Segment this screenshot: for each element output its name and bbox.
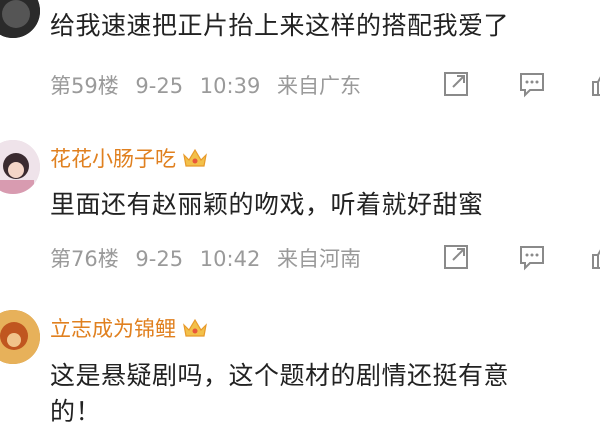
- avatar[interactable]: [0, 0, 40, 38]
- username-text[interactable]: 立志成为锦鲤: [50, 313, 176, 343]
- comment-location: 来自河南: [277, 247, 361, 271]
- comment-icon[interactable]: [518, 70, 546, 98]
- comment-icon[interactable]: [518, 243, 546, 271]
- comment-meta: 第76楼 9-25 10:42 来自河南: [50, 243, 371, 273]
- crown-badge-icon: [182, 147, 208, 169]
- comment-time: 10:39: [199, 74, 261, 98]
- avatar[interactable]: [0, 310, 40, 364]
- avatar[interactable]: [0, 140, 40, 194]
- crown-badge-icon: [182, 317, 208, 339]
- comment-meta: 第59楼 9-25 10:39 来自广东: [50, 70, 371, 100]
- share-icon[interactable]: [442, 243, 470, 271]
- like-icon[interactable]: [590, 243, 600, 271]
- floor-number: 第76楼: [50, 247, 119, 271]
- comment-text-continued: 的！: [50, 397, 102, 426]
- share-icon[interactable]: [442, 70, 470, 98]
- like-icon[interactable]: [590, 70, 600, 98]
- username[interactable]: 花花小肠子吃: [50, 143, 208, 173]
- floor-number: 第59楼: [50, 74, 119, 98]
- username-text[interactable]: 花花小肠子吃: [50, 143, 176, 173]
- comment-text: 这是悬疑剧吗，这个题材的剧情还挺有意: [50, 361, 510, 390]
- username[interactable]: 立志成为锦鲤: [50, 313, 208, 343]
- comment-location: 来自广东: [277, 74, 361, 98]
- comment-date: 9-25: [135, 74, 184, 98]
- comment-date: 9-25: [135, 247, 184, 271]
- comment-text: 里面还有赵丽颖的吻戏，听着就好甜蜜: [50, 190, 484, 219]
- comment-time: 10:42: [199, 247, 261, 271]
- comment-text: 给我速速把正片抬上来这样的搭配我爱了: [50, 11, 510, 40]
